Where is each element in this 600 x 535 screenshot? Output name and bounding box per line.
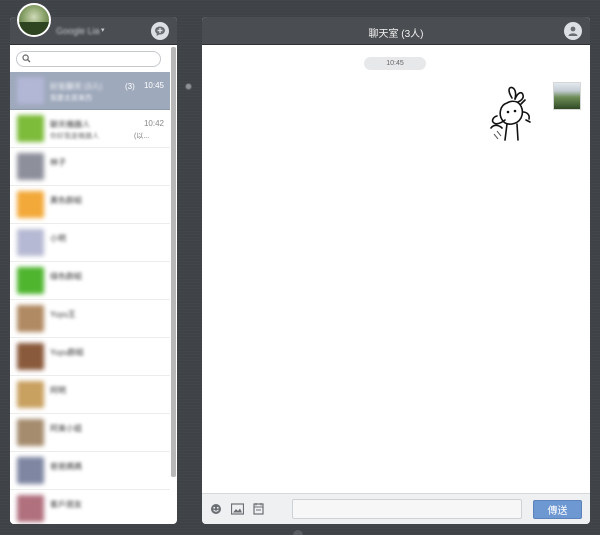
chat-avatar bbox=[17, 381, 44, 408]
chat-name: Yuyu群組 bbox=[50, 348, 84, 357]
chat-preview: 你好我是機器人 bbox=[50, 133, 99, 140]
bottom-handle[interactable] bbox=[293, 530, 303, 535]
collapse-handle[interactable] bbox=[185, 83, 192, 90]
chat-avatar bbox=[17, 419, 44, 446]
chat-name: Yuyu王 bbox=[50, 310, 76, 319]
chat-name: 好友聊天 (3人) bbox=[50, 82, 102, 91]
chat-list-item[interactable]: Yuyu群組 bbox=[10, 338, 170, 376]
chat-list-item[interactable]: 小明 bbox=[10, 224, 170, 262]
chat-avatar bbox=[17, 305, 44, 332]
send-button[interactable]: 傳送 bbox=[533, 500, 582, 519]
chat-name: 小明 bbox=[50, 234, 66, 243]
smiley-icon[interactable] bbox=[210, 503, 222, 515]
messages-area[interactable]: 10:45 bbox=[202, 46, 590, 493]
message-composer: 傳送 bbox=[202, 493, 590, 524]
chat-avatar bbox=[17, 457, 44, 484]
chat-list-item[interactable]: 爸爸媽媽 bbox=[10, 452, 170, 490]
chat-name: 綠色群組 bbox=[50, 272, 82, 281]
chat-avatar bbox=[17, 153, 44, 180]
image-icon[interactable] bbox=[231, 503, 244, 515]
chat-list-item[interactable]: 聊天機器人你好我是機器人 (以... 10:42 bbox=[10, 110, 170, 148]
profile-avatar[interactable] bbox=[17, 3, 51, 37]
chat-list-item[interactable]: 綠色群組 bbox=[10, 262, 170, 300]
rabbit-sticker bbox=[490, 86, 531, 141]
chat-name: 林子 bbox=[50, 158, 66, 167]
chat-name: 客戶朋友 bbox=[50, 500, 82, 509]
search-icon bbox=[22, 54, 31, 63]
add-chat-button[interactable] bbox=[151, 22, 169, 40]
chat-avatar bbox=[17, 191, 44, 218]
room-header: 聊天室 (3人) bbox=[202, 17, 590, 45]
sender-avatar[interactable] bbox=[553, 82, 581, 110]
conversation-panel: 聊天室 (3人) 10:45 傳送 bbox=[202, 17, 590, 524]
message-input[interactable] bbox=[292, 499, 522, 519]
user-icon bbox=[568, 26, 578, 36]
chat-avatar bbox=[17, 343, 44, 370]
chat-preview-tail: (以... bbox=[134, 133, 150, 140]
chat-name: 阿美小姐 bbox=[50, 424, 82, 433]
chat-list-item[interactable]: 林子 bbox=[10, 148, 170, 186]
chat-list-item[interactable]: 阿美小姐 bbox=[10, 414, 170, 452]
chat-avatar bbox=[17, 229, 44, 256]
members-button[interactable] bbox=[564, 22, 582, 40]
chevron-down-icon[interactable]: ▾ bbox=[101, 26, 105, 34]
chat-time: 10:45 bbox=[143, 81, 164, 90]
chat-list-item[interactable]: Yuyu王 bbox=[10, 300, 170, 338]
chat-list-panel: Google Lia ▾ 好友聊天 (3人) 我要去買東西 (3) 10:45 聊天機器… bbox=[10, 17, 177, 524]
file-icon[interactable] bbox=[253, 503, 264, 515]
chat-preview: 我要去買東西 bbox=[50, 95, 92, 102]
chat-avatar bbox=[17, 77, 44, 104]
chat-name: 阿明 bbox=[50, 386, 66, 395]
chat-avatar bbox=[17, 267, 44, 294]
chat-time: 10:42 bbox=[143, 119, 164, 128]
chat-list-item[interactable]: 黃色群組 bbox=[10, 186, 170, 224]
add-chat-icon bbox=[155, 26, 165, 36]
scrollbar[interactable] bbox=[171, 47, 176, 477]
search-input[interactable] bbox=[33, 53, 157, 65]
chat-name: 聊天機器人 bbox=[50, 120, 90, 129]
room-title: 聊天室 (3人) bbox=[368, 29, 424, 40]
chat-avatar bbox=[17, 495, 44, 522]
chat-list-item[interactable]: 好友聊天 (3人) 我要去買東西 (3) 10:45 bbox=[10, 72, 170, 110]
chat-avatar bbox=[17, 115, 44, 142]
unread-count: (3) bbox=[125, 82, 135, 91]
profile-name[interactable]: Google Lia bbox=[56, 26, 100, 36]
message-timestamp: 10:45 bbox=[364, 57, 426, 70]
chat-list: 好友聊天 (3人) 我要去買東西 (3) 10:45 聊天機器人你好我是機器人 (以...… bbox=[10, 72, 177, 524]
chat-list-item[interactable]: 客戶朋友 bbox=[10, 490, 170, 524]
chat-name: 爸爸媽媽 bbox=[50, 462, 82, 471]
chat-list-item[interactable]: 阿明 bbox=[10, 376, 170, 414]
chat-name: 黃色群組 bbox=[50, 196, 82, 205]
search-box bbox=[16, 51, 161, 67]
